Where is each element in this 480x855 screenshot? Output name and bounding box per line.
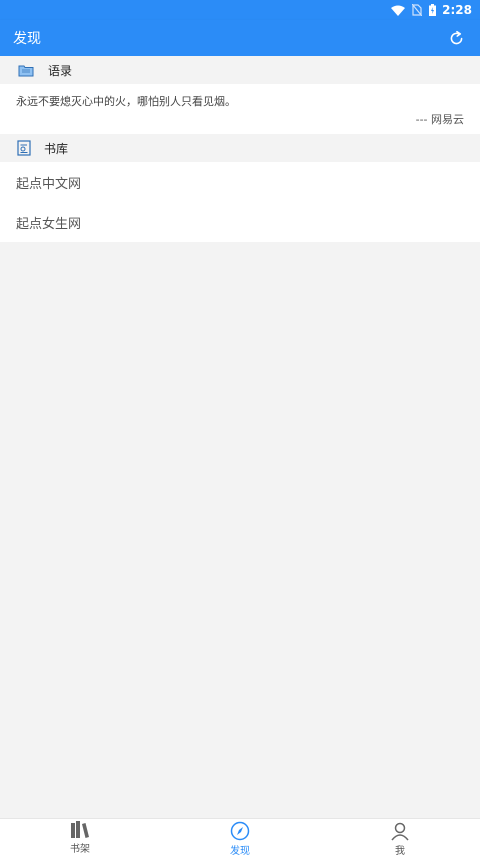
library-icon <box>17 140 31 156</box>
status-time: 2:28 <box>442 3 472 17</box>
library-list: 起点中文网 起点女生网 <box>0 162 480 242</box>
quote-source: --- 网易云 <box>415 113 464 126</box>
person-icon <box>390 821 410 841</box>
wifi-icon <box>391 5 406 16</box>
library-item-qidian[interactable]: 起点中文网 <box>0 162 480 202</box>
nav-item-discover[interactable]: 发现 <box>160 819 320 855</box>
quote-text: 永远不要熄灭心中的火，哪怕别人只看见烟。 <box>16 95 236 108</box>
bookshelf-icon <box>70 821 90 839</box>
bottom-navigation: 书架 发现 我 <box>0 818 480 855</box>
nav-label-bookshelf: 书架 <box>70 844 90 855</box>
status-bar: 2:28 <box>0 0 480 20</box>
battery-charging-icon <box>429 4 437 16</box>
page-title: 发现 <box>13 31 41 47</box>
library-section-header: 书库 <box>0 134 480 162</box>
nav-item-bookshelf[interactable]: 书架 <box>0 819 160 855</box>
refresh-icon[interactable] <box>446 28 466 48</box>
nav-label-discover: 发现 <box>230 846 250 855</box>
nav-item-me[interactable]: 我 <box>320 819 480 855</box>
library-section-label: 书库 <box>44 141 69 156</box>
no-sim-icon <box>412 4 423 16</box>
quotes-section-header: 语录 <box>0 56 480 84</box>
quotes-section-label: 语录 <box>48 63 73 78</box>
app-bar: 发现 <box>0 20 480 56</box>
quote-card[interactable]: 永远不要熄灭心中的火，哪怕别人只看见烟。 --- 网易云 <box>0 84 480 134</box>
nav-label-me: 我 <box>395 846 405 855</box>
library-item-qidian-female[interactable]: 起点女生网 <box>0 202 480 242</box>
folder-icon <box>18 64 34 77</box>
compass-icon <box>230 821 250 841</box>
